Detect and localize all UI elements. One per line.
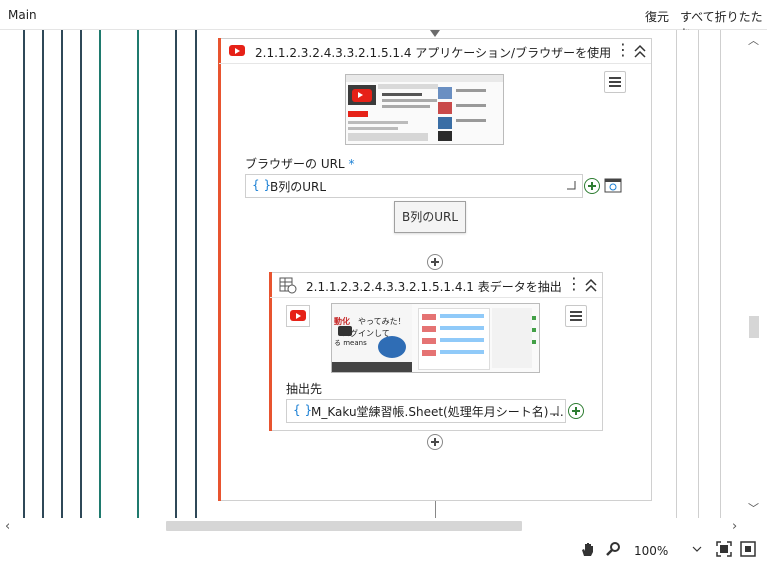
browser-url-label: ブラウザーの URL * bbox=[245, 157, 355, 171]
expand-field-icon[interactable] bbox=[566, 180, 576, 190]
scroll-down-icon[interactable]: ﹀ bbox=[748, 500, 759, 516]
connector-line bbox=[435, 500, 436, 518]
activity-accent bbox=[218, 38, 221, 501]
extract-target-value[interactable]: M_Kaku堂練習帳.Sheet(処理年月シート名) ... bbox=[311, 403, 564, 420]
sequence-lane-line bbox=[61, 30, 63, 518]
overview-icon[interactable] bbox=[740, 541, 756, 557]
youtube-icon bbox=[290, 310, 306, 321]
more-options-icon[interactable]: ⋮ bbox=[566, 276, 582, 294]
activity-menu-button[interactable] bbox=[565, 305, 587, 327]
url-tooltip: B列のURL bbox=[394, 201, 466, 233]
sequence-lane-line bbox=[23, 30, 25, 518]
activity-title: 2.1.1.2.3.2.4.3.3.2.1.5.1.4 アプリケーション/ブラウ… bbox=[255, 46, 612, 60]
sequence-lane-line bbox=[42, 30, 44, 518]
vertical-scroll-thumb[interactable] bbox=[749, 316, 759, 338]
designer-footer: 100% bbox=[0, 536, 767, 562]
more-options-icon[interactable]: ⋮ bbox=[615, 42, 631, 60]
browser-screenshot-thumbnail bbox=[345, 74, 504, 145]
activity-header[interactable]: 2.1.1.2.3.2.4.3.3.2.1.5.1.4.1 表データを抽出 ⋮ bbox=[270, 273, 602, 298]
workflow-title: Main bbox=[8, 8, 37, 22]
table-screenshot-thumbnail: 動化 やってみた！ ログインして る means bbox=[331, 303, 540, 373]
flow-arrow-icon bbox=[430, 30, 440, 37]
table-extract-icon bbox=[279, 277, 297, 294]
browser-url-value[interactable]: B列のURL bbox=[270, 178, 326, 195]
activity-menu-button[interactable] bbox=[604, 71, 626, 93]
scroll-right-icon[interactable]: › bbox=[732, 519, 737, 534]
sequence-lane-line bbox=[676, 30, 677, 518]
use-application-browser-activity[interactable]: 2.1.1.2.3.2.4.3.3.2.1.5.1.4 アプリケーション/ブラウ… bbox=[218, 38, 652, 501]
scroll-up-icon[interactable]: ︿ bbox=[748, 32, 759, 48]
target-app-badge bbox=[286, 305, 310, 327]
expand-field-icon[interactable] bbox=[549, 405, 559, 415]
horizontal-scrollbar[interactable]: ‹ › bbox=[0, 518, 745, 534]
zoom-search-icon[interactable] bbox=[605, 541, 621, 557]
youtube-icon bbox=[229, 45, 245, 56]
sequence-lane-line bbox=[195, 30, 197, 518]
activity-title: 2.1.1.2.3.2.4.3.3.2.1.5.1.4.1 表データを抽出 bbox=[306, 280, 562, 294]
scroll-left-icon[interactable]: ‹ bbox=[5, 519, 10, 534]
sequence-lane-line bbox=[80, 30, 82, 518]
sequence-lane-line bbox=[698, 30, 699, 518]
hand-pan-icon[interactable] bbox=[580, 541, 596, 557]
expression-braces-icon: { } bbox=[252, 178, 272, 192]
expression-braces-icon: { } bbox=[293, 403, 313, 417]
add-variable-icon[interactable] bbox=[584, 178, 600, 194]
thumb-text: る means bbox=[334, 339, 367, 347]
designer-header: Main 復元 すべて折りたたむ bbox=[0, 0, 767, 41]
collapse-chevron-icon[interactable] bbox=[584, 277, 598, 295]
thumb-text: やってみた！ bbox=[358, 317, 406, 326]
chevron-down-icon[interactable] bbox=[692, 546, 702, 553]
vertical-scrollbar[interactable]: ︿ ﹀ bbox=[745, 30, 767, 518]
add-activity-icon[interactable] bbox=[427, 434, 443, 450]
restore-button[interactable]: 復元 bbox=[645, 8, 669, 25]
collapse-chevron-icon[interactable] bbox=[633, 43, 647, 61]
sequence-lane-line bbox=[720, 30, 721, 518]
fit-to-screen-icon[interactable] bbox=[716, 541, 732, 557]
add-activity-icon[interactable] bbox=[427, 254, 443, 270]
sequence-lane-line bbox=[99, 30, 101, 518]
add-variable-icon[interactable] bbox=[568, 403, 584, 419]
extract-table-data-activity[interactable]: 2.1.1.2.3.2.4.3.3.2.1.5.1.4.1 表データを抽出 ⋮ … bbox=[269, 272, 603, 431]
zoom-level[interactable]: 100% bbox=[634, 544, 668, 558]
sequence-lane-line bbox=[175, 30, 177, 518]
activity-header[interactable]: 2.1.1.2.3.2.4.3.3.2.1.5.1.4 アプリケーション/ブラウ… bbox=[219, 39, 651, 64]
browser-window-icon[interactable] bbox=[604, 178, 622, 194]
extract-target-field[interactable]: { } M_Kaku堂練習帳.Sheet(処理年月シート名) ... bbox=[286, 399, 566, 423]
browser-url-field[interactable]: { } B列のURL bbox=[245, 174, 583, 198]
horizontal-scroll-thumb[interactable] bbox=[166, 521, 522, 531]
workflow-canvas[interactable]: 2.1.1.2.3.2.4.3.3.2.1.5.1.4 アプリケーション/ブラウ… bbox=[0, 30, 745, 518]
sequence-lane-line bbox=[137, 30, 139, 518]
youtube-icon bbox=[352, 89, 372, 102]
target-label: 抽出先 bbox=[286, 382, 323, 396]
